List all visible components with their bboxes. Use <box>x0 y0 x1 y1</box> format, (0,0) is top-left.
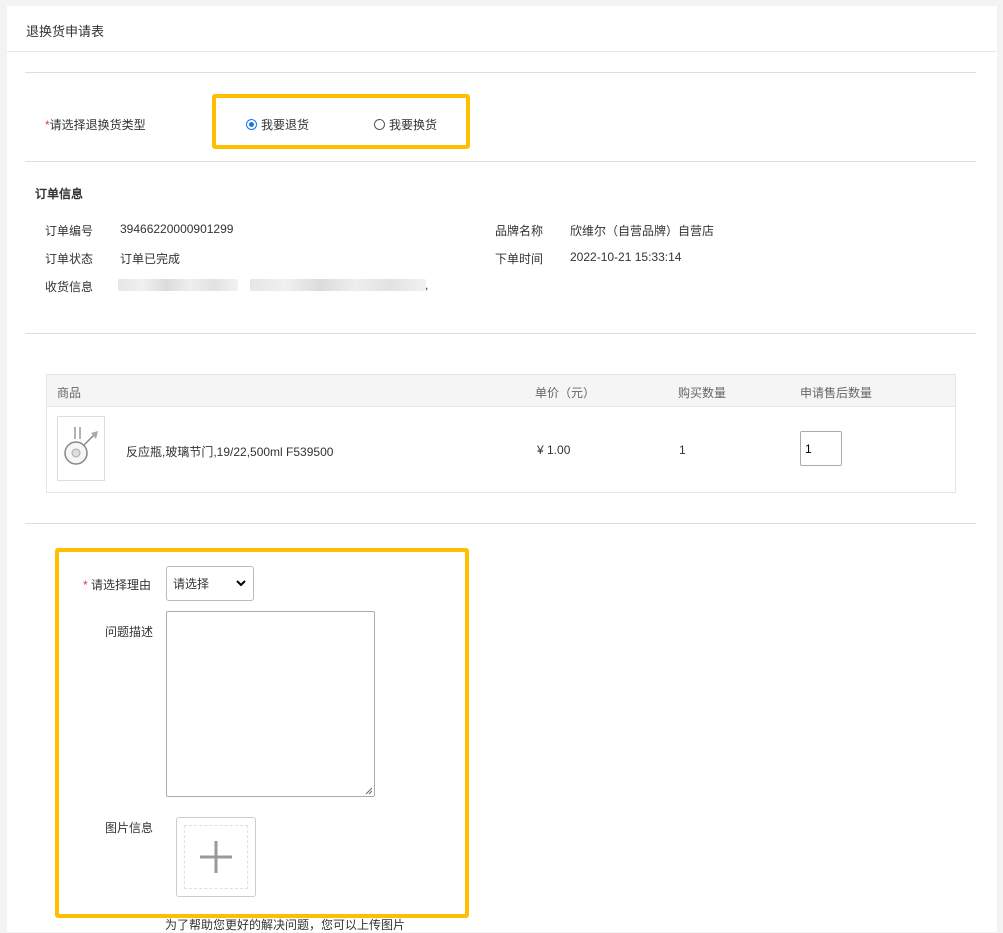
description-textarea[interactable] <box>166 611 375 797</box>
receiver-trailing: , <box>425 278 429 292</box>
table-header: 商品 单价（元） 购买数量 申请售后数量 <box>47 375 955 407</box>
description-label: 问题描述 <box>105 625 154 639</box>
divider <box>25 161 976 162</box>
order-no-label: 订单编号 <box>45 224 94 238</box>
radio-exchange-input[interactable] <box>374 119 385 130</box>
reason-select[interactable]: 请选择 <box>166 566 254 601</box>
receiver-redacted-name <box>118 279 238 291</box>
header-product: 商品 <box>57 386 82 400</box>
product-thumbnail[interactable] <box>57 416 105 481</box>
divider <box>25 333 976 334</box>
product-name[interactable]: 反应瓶,玻璃节门,19/22,500ml F539500 <box>126 443 333 460</box>
radio-return-label: 我要退货 <box>261 118 310 132</box>
return-exchange-panel: 退换货申请表 *请选择退换货类型 我要退货 我要换货 订单信息 订单编号 394… <box>7 6 997 932</box>
divider <box>25 72 976 73</box>
product-quantity: 1 <box>679 443 686 457</box>
image-label: 图片信息 <box>105 821 154 835</box>
required-mark: * <box>83 578 88 592</box>
apply-quantity-input[interactable] <box>800 431 842 466</box>
order-no-value: 39466220000901299 <box>120 222 234 236</box>
header-apply-quantity: 申请售后数量 <box>800 386 873 400</box>
divider <box>25 523 976 524</box>
header-quantity: 购买数量 <box>678 386 727 400</box>
product-price: ¥ 1.00 <box>537 443 571 457</box>
brand-label: 品牌名称 <box>495 224 544 238</box>
order-status-label: 订单状态 <box>45 252 94 266</box>
upload-hint: 为了帮助您更好的解决问题，您可以上传图片 <box>165 918 406 932</box>
radio-return[interactable]: 我要退货 <box>246 116 309 133</box>
image-upload-button[interactable] <box>176 817 256 897</box>
order-time-label: 下单时间 <box>495 252 544 266</box>
plus-icon <box>200 841 232 873</box>
radio-return-input[interactable] <box>246 119 257 130</box>
receiver-redacted-address <box>250 279 426 291</box>
type-select-label-text: 请选择退换货类型 <box>49 118 146 132</box>
radio-exchange-label: 我要换货 <box>389 118 438 132</box>
order-status-value: 订单已完成 <box>120 252 181 266</box>
title-divider <box>7 51 997 52</box>
product-thumbnail-flask <box>64 427 98 465</box>
order-info-title: 订单信息 <box>35 187 84 201</box>
brand-value: 欣维尔（自营品牌）自营店 <box>570 224 715 238</box>
product-table: 商品 单价（元） 购买数量 申请售后数量 反应瓶,玻璃节门,19/22,500m… <box>46 374 956 493</box>
type-select-label: *请选择退换货类型 <box>45 116 146 133</box>
order-time-value: 2022-10-21 15:33:14 <box>570 250 682 264</box>
header-price: 单价（元） <box>535 386 596 400</box>
resize-handle-icon[interactable] <box>365 787 373 795</box>
chevron-down-icon <box>236 580 246 587</box>
reason-select-value: 请选择 <box>173 577 210 591</box>
receiver-label: 收货信息 <box>45 280 94 294</box>
page-title: 退换货申请表 <box>26 24 105 39</box>
reason-label-text: 请选择理由 <box>91 578 152 592</box>
radio-exchange[interactable]: 我要换货 <box>374 116 437 133</box>
reason-label: * 请选择理由 <box>83 576 151 593</box>
